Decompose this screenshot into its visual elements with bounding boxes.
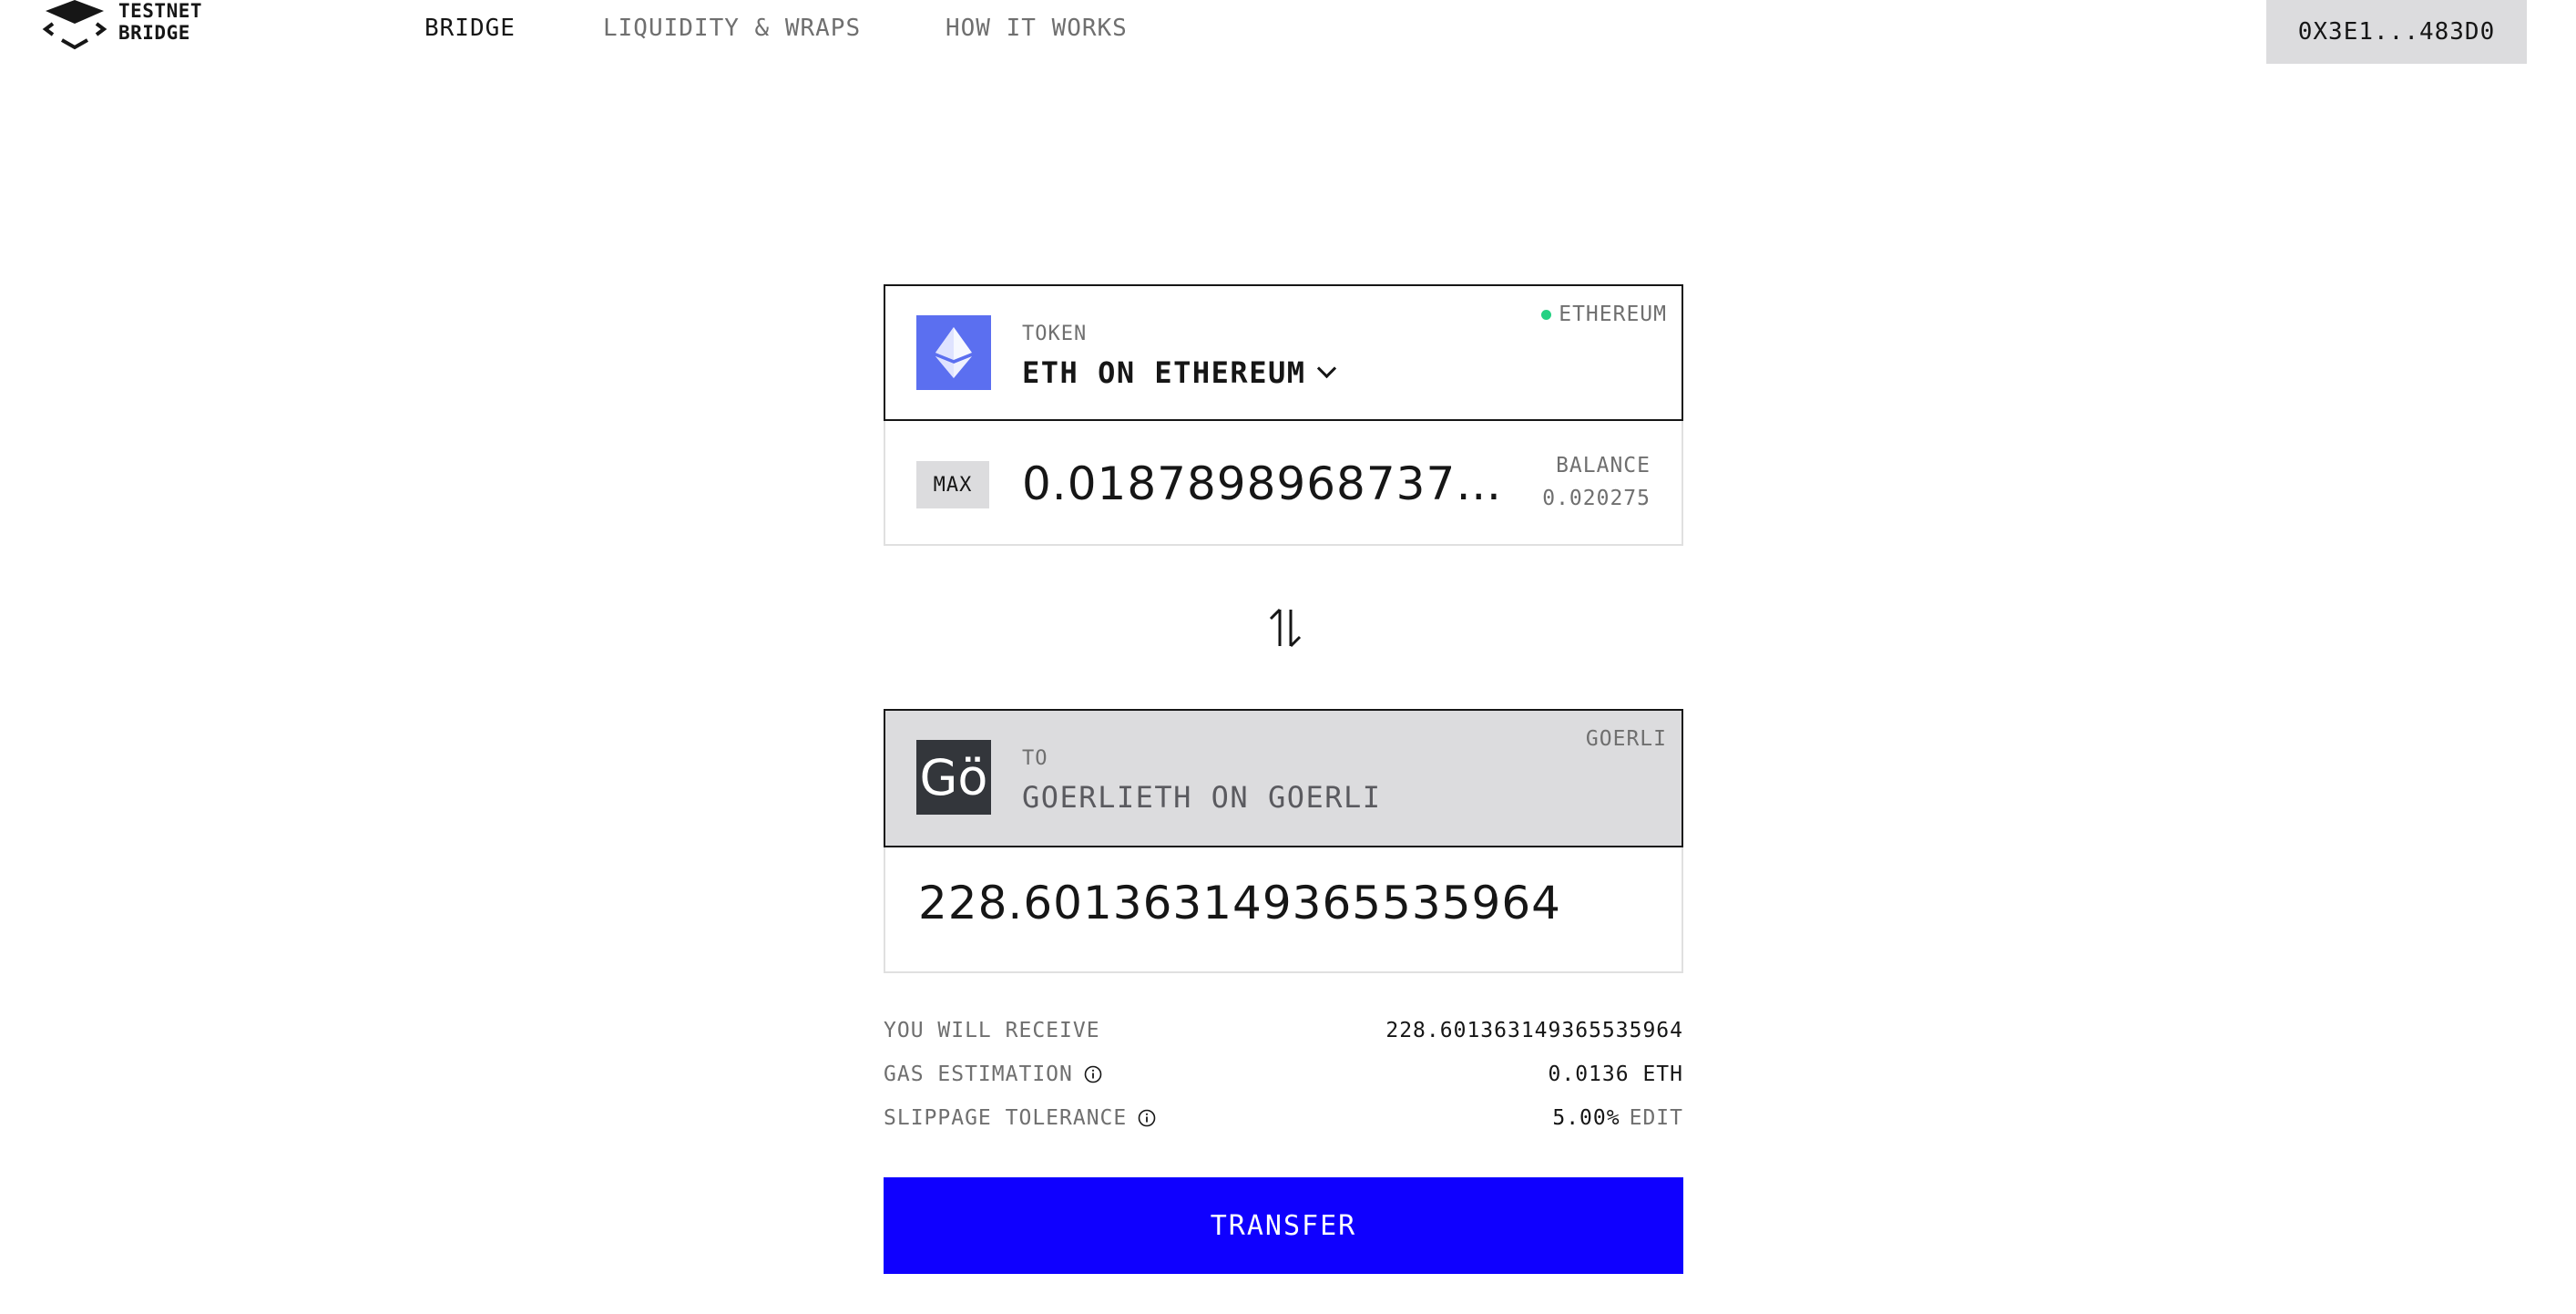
info-icon[interactable] <box>1084 1065 1102 1083</box>
info-icon[interactable] <box>1138 1109 1156 1127</box>
network-status-dot <box>1541 309 1552 320</box>
brand-logo[interactable]: TESTNET BRIDGE <box>42 0 224 51</box>
brand-name: TESTNET BRIDGE <box>118 0 202 44</box>
balance-label: BALANCE <box>1556 454 1651 477</box>
slippage-label-group: SLIPPAGE TOLERANCE <box>884 1106 1156 1130</box>
from-token-selector[interactable]: TOKEN ETH ON ETHEREUM ETHEREUM <box>884 284 1683 421</box>
from-token-name-text: ETH ON ETHEREUM <box>1022 355 1306 390</box>
from-network-label: ETHEREUM <box>1559 303 1667 326</box>
nav-item-bridge[interactable]: BRIDGE <box>424 15 516 42</box>
swap-direction-icon[interactable] <box>1265 604 1305 652</box>
balance-value: 0.020275 <box>1542 487 1651 510</box>
gas-value: 0.0136 ETH <box>1548 1062 1683 1086</box>
token-label: TOKEN <box>1022 323 1088 345</box>
to-amount-value: 228.601363149365535964 <box>918 877 1561 929</box>
nav-item-liquidity-wraps[interactable]: LIQUIDITY & WRAPS <box>603 15 861 42</box>
slippage-row: SLIPPAGE TOLERANCE 5.00% EDIT <box>884 1106 1683 1139</box>
edit-slippage-link[interactable]: EDIT <box>1630 1106 1683 1130</box>
from-amount-panel: MAX BALANCE 0.020275 <box>884 421 1683 546</box>
goerli-icon: Gö <box>916 740 991 815</box>
gas-row: GAS ESTIMATION 0.0136 ETH <box>884 1062 1683 1095</box>
to-network-label: GOERLI <box>1585 727 1667 751</box>
bridge-logo-icon <box>42 0 107 50</box>
brand-line-1: TESTNET <box>118 0 203 22</box>
brand-line-2: BRIDGE <box>118 22 190 44</box>
gas-label-group: GAS ESTIMATION <box>884 1062 1102 1086</box>
from-amount-input[interactable] <box>1022 448 1505 519</box>
to-network-badge: GOERLI <box>1586 727 1667 751</box>
to-token-name: GOERLIETH ON GOERLI <box>1022 780 1382 815</box>
transfer-button[interactable]: TRANSFER <box>884 1177 1683 1274</box>
chevron-down-icon <box>1317 358 1337 379</box>
to-token-panel: Gö TO GOERLIETH ON GOERLI GOERLI <box>884 709 1683 847</box>
max-button[interactable]: MAX <box>916 461 989 508</box>
ethereum-diamond-icon <box>935 327 972 378</box>
to-amount-panel: 228.601363149365535964 <box>884 847 1683 973</box>
receive-value: 228.601363149365535964 <box>1385 1019 1683 1042</box>
receive-label: YOU WILL RECEIVE <box>884 1019 1100 1042</box>
wallet-address-button[interactable]: 0X3E1...483D0 <box>2266 0 2527 64</box>
to-label: TO <box>1022 747 1048 770</box>
slippage-value-group: 5.00% EDIT <box>1552 1106 1683 1130</box>
gas-label: GAS ESTIMATION <box>884 1062 1073 1086</box>
from-token-name: ETH ON ETHEREUM <box>1022 355 1337 390</box>
from-network-badge: ETHEREUM <box>1541 303 1667 326</box>
slippage-value: 5.00% <box>1552 1106 1620 1130</box>
slippage-label: SLIPPAGE TOLERANCE <box>884 1106 1128 1130</box>
nav-item-how-it-works[interactable]: HOW IT WORKS <box>946 15 1128 42</box>
ethereum-icon <box>916 315 991 390</box>
receive-row: YOU WILL RECEIVE 228.601363149365535964 <box>884 1019 1683 1052</box>
